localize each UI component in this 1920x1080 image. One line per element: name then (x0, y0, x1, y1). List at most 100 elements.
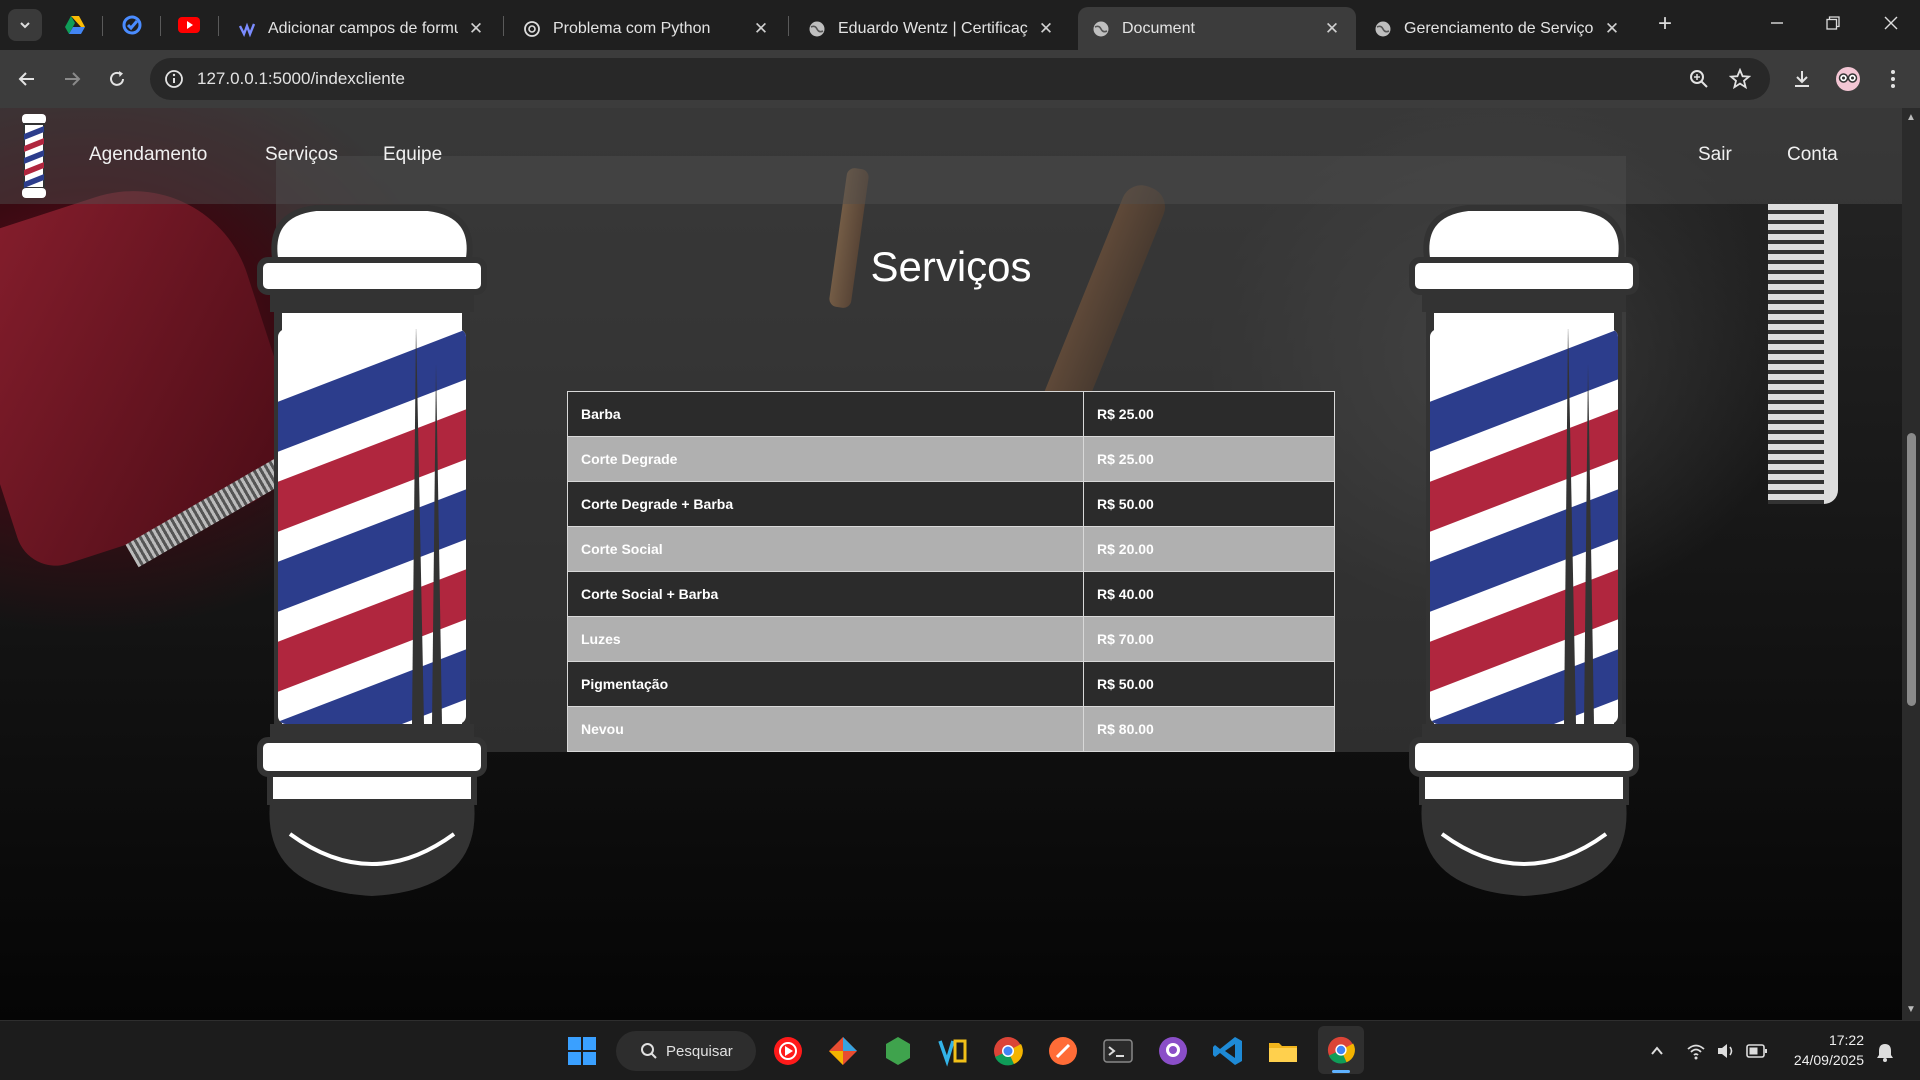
more-vertical-icon (1891, 70, 1895, 88)
url-text[interactable]: 127.0.0.1:5000/indexcliente (197, 58, 405, 100)
browser-toolbar: 127.0.0.1:5000/indexcliente (0, 50, 1920, 108)
terminal-icon[interactable] (1102, 1035, 1134, 1067)
star-icon[interactable] (1729, 68, 1751, 90)
barber-pole-logo[interactable] (18, 112, 50, 200)
pinned-tab-checker[interactable] (119, 12, 145, 38)
close-icon[interactable]: ✕ (1602, 19, 1622, 39)
new-tab-button[interactable]: + (1652, 12, 1678, 38)
pinned-tab-drive[interactable] (62, 12, 88, 38)
tab-title: Eduardo Wentz | Certificações (838, 19, 1028, 37)
close-window-button[interactable] (1868, 8, 1914, 40)
chevron-up-icon[interactable] (1649, 1043, 1665, 1059)
youtube-icon (178, 17, 200, 33)
minimize-button[interactable] (1754, 8, 1800, 40)
postman-icon[interactable] (1047, 1035, 1079, 1067)
tab-3-active[interactable]: Document ✕ (1078, 7, 1356, 50)
service-name: Nevou (567, 706, 1084, 752)
scrollbar-thumb[interactable] (1907, 433, 1916, 706)
browser-menu-button[interactable] (1877, 63, 1909, 95)
wifi-icon[interactable] (1686, 1041, 1706, 1061)
tab-1[interactable]: Problema com Python ✕ (509, 7, 785, 50)
nav-equipe[interactable]: Equipe (383, 138, 442, 172)
address-bar[interactable]: 127.0.0.1:5000/indexcliente (150, 58, 1770, 100)
nav-servicos[interactable]: Serviços (265, 138, 338, 172)
scroll-up-icon[interactable]: ▲ (1906, 113, 1916, 123)
battery-icon[interactable] (1746, 1043, 1768, 1059)
taskbar-clock[interactable]: 17:22 24/09/2025 (1782, 1030, 1864, 1070)
nav-sair[interactable]: Sair (1698, 138, 1732, 172)
download-icon (1795, 71, 1809, 87)
nav-agendamento[interactable]: Agendamento (89, 138, 207, 172)
arrow-right-icon (65, 72, 81, 86)
table-row: Corte Social + Barba R$ 40.00 (567, 571, 1335, 617)
scroll-down-icon[interactable]: ▼ (1906, 1005, 1916, 1015)
notification-bell-icon[interactable] (1874, 1041, 1896, 1063)
clock-date: 24/09/2025 (1793, 1052, 1864, 1068)
tab-title: Gerenciamento de Serviços (1404, 19, 1594, 37)
chrome-active-task[interactable] (1318, 1026, 1364, 1074)
restore-icon (1826, 16, 1840, 30)
service-name: Corte Degrade (567, 436, 1084, 482)
git-icon[interactable] (827, 1035, 859, 1067)
close-icon[interactable]: ✕ (1036, 19, 1056, 39)
nodejs-icon[interactable] (882, 1035, 914, 1067)
tab-4[interactable]: Gerenciamento de Serviços ✕ (1360, 7, 1636, 50)
page-scrollbar[interactable]: ▲ ▼ (1902, 108, 1920, 1020)
file-explorer-icon[interactable] (1267, 1035, 1299, 1067)
reload-icon (110, 71, 124, 86)
youtube-music-icon[interactable] (772, 1035, 804, 1067)
globe-icon (1375, 21, 1391, 36)
minimize-icon (1771, 22, 1783, 24)
volume-icon[interactable] (1716, 1041, 1736, 1061)
windows-start-icon[interactable] (566, 1035, 598, 1067)
chrome-icon[interactable] (992, 1035, 1024, 1067)
forward-button[interactable] (56, 63, 88, 95)
globe-icon (1093, 21, 1109, 36)
windows-taskbar: Pesquisar 17:22 24/09/2025 (0, 1020, 1920, 1080)
github-desktop-icon[interactable] (1157, 1035, 1189, 1067)
chrome-icon (1327, 1036, 1355, 1064)
table-row: Corte Social R$ 20.00 (567, 526, 1335, 572)
close-icon (1884, 16, 1898, 30)
chevron-down-icon (20, 22, 30, 29)
tab-title: Problema com Python (553, 19, 711, 37)
table-row: Corte Degrade + Barba R$ 50.00 (567, 481, 1335, 527)
table-row: Pigmentação R$ 50.00 (567, 661, 1335, 707)
service-name: Corte Degrade + Barba (567, 481, 1084, 527)
page-title: Serviços (870, 243, 1032, 290)
barber-pole-right-image (1409, 205, 1639, 896)
tab-search-button[interactable] (8, 9, 42, 41)
tab-0[interactable]: Adicionar campos de formulá ✕ (224, 7, 500, 50)
browser-tab-bar: Adicionar campos de formulá ✕ Problema c… (0, 0, 1920, 50)
table-row: Luzes R$ 70.00 (567, 616, 1335, 662)
service-price: R$ 40.00 (1083, 571, 1335, 617)
taskbar-search[interactable]: Pesquisar (616, 1031, 756, 1071)
restore-button[interactable] (1810, 8, 1856, 40)
vscode-icon[interactable] (1212, 1035, 1244, 1067)
profile-button[interactable] (1832, 63, 1864, 95)
tab-2[interactable]: Eduardo Wentz | Certificações ✕ (794, 7, 1070, 50)
close-icon[interactable]: ✕ (751, 19, 771, 39)
service-name: Corte Social (567, 526, 1084, 572)
arrow-left-icon (18, 72, 34, 86)
openai-icon (524, 20, 540, 37)
google-drive-icon (65, 16, 85, 34)
visualg-icon[interactable] (937, 1035, 969, 1067)
pinned-tab-youtube[interactable] (176, 12, 202, 38)
page-viewport: Agendamento Serviços Equipe Sair Conta S… (0, 108, 1902, 1020)
clock-time: 17:22 (1828, 1032, 1864, 1048)
nav-conta[interactable]: Conta (1787, 138, 1838, 172)
reload-button[interactable] (101, 63, 133, 95)
zoom-icon[interactable] (1689, 69, 1709, 89)
tab-title: Adicionar campos de formulá (268, 19, 458, 37)
close-icon[interactable]: ✕ (1322, 19, 1342, 39)
service-price: R$ 20.00 (1083, 526, 1335, 572)
info-icon[interactable] (162, 67, 186, 91)
check-circle-icon (122, 15, 142, 35)
service-price: R$ 25.00 (1083, 436, 1335, 482)
canva-icon (238, 22, 256, 37)
close-icon[interactable]: ✕ (466, 19, 486, 39)
service-price: R$ 50.00 (1083, 661, 1335, 707)
downloads-button[interactable] (1786, 63, 1818, 95)
back-button[interactable] (11, 63, 43, 95)
